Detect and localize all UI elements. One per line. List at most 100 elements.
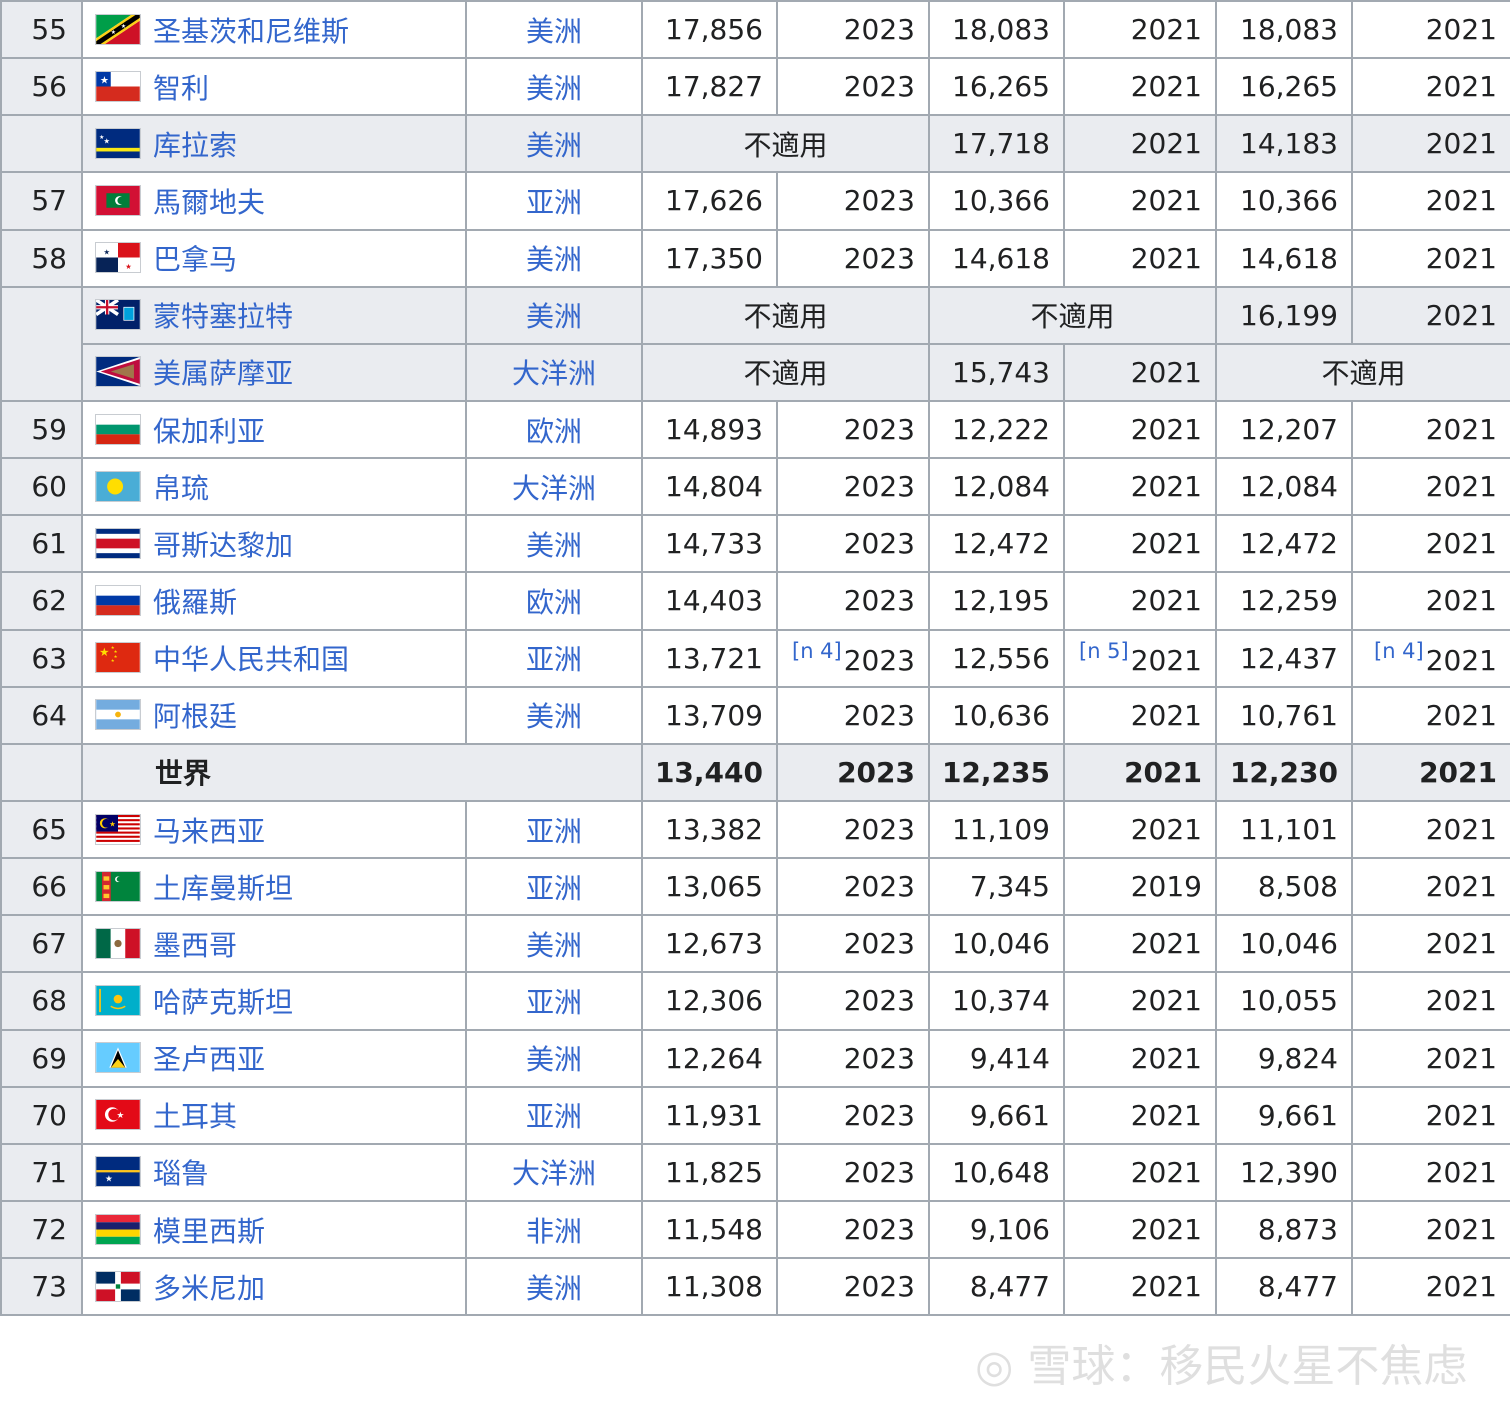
country-link[interactable]: 土库曼斯坦 (153, 872, 293, 905)
curacao-flag-icon: ★ ★ (95, 127, 141, 159)
footnote-link[interactable]: [n 4] (792, 639, 842, 663)
country-link[interactable]: 圣卢西亚 (153, 1043, 265, 1076)
continent-link[interactable]: 大洋洲 (512, 357, 596, 390)
rank-cell: 68 (0, 971, 83, 1031)
country-link[interactable]: 巴拿马 (153, 243, 237, 276)
value-cell: 12,264 (641, 1028, 778, 1088)
country-cell: 墨西哥 (81, 914, 467, 974)
year-cell: 2023 (776, 457, 930, 517)
value-cell: 14,733 (641, 514, 778, 574)
continent-cell: 美洲 (465, 1257, 643, 1317)
rank-cell: 64 (0, 685, 83, 745)
value-cell: 8,508 (1215, 857, 1353, 917)
svg-text:★: ★ (111, 658, 115, 664)
value-cell: 18,083 (928, 0, 1065, 60)
continent-cell: 美洲 (465, 228, 643, 288)
continent-link[interactable]: 亚洲 (526, 643, 582, 676)
country-link[interactable]: 中华人民共和国 (153, 643, 349, 676)
country-link[interactable]: 马来西亚 (153, 815, 265, 848)
year-cell: 2023 (776, 171, 930, 231)
continent-cell: 美洲 (465, 0, 643, 60)
year-cell: 2021 (1351, 571, 1510, 631)
year-cell: 2021 (1351, 285, 1510, 345)
value-cell: 12,472 (928, 514, 1065, 574)
year-cell: 2021 (1351, 1257, 1510, 1317)
value-cell: 10,761 (1215, 685, 1353, 745)
continent-cell: 亚洲 (465, 857, 643, 917)
year-cell: 2021 (1351, 1085, 1510, 1145)
country-cell: 馬爾地夫 (81, 171, 467, 231)
year-cell: 2023 (776, 228, 930, 288)
continent-cell: 美洲 (465, 685, 643, 745)
continent-link[interactable]: 亚洲 (526, 186, 582, 219)
continent-link[interactable]: 美洲 (526, 700, 582, 733)
country-link[interactable]: 瑙鲁 (153, 1157, 209, 1190)
country-link[interactable]: 蒙特塞拉特 (153, 300, 293, 333)
value-cell: 8,873 (1215, 1199, 1353, 1260)
year-cell: [n 4]2023 (776, 628, 930, 688)
continent-link[interactable]: 欧洲 (526, 415, 582, 448)
country-link[interactable]: 库拉索 (153, 129, 237, 162)
continent-cell: 美洲 (465, 514, 643, 574)
bulgaria-flag-icon (95, 413, 141, 445)
continent-link[interactable]: 美洲 (526, 72, 582, 105)
value-cell: 9,106 (928, 1199, 1065, 1260)
country-link[interactable]: 俄羅斯 (153, 586, 237, 619)
country-link[interactable]: 保加利亚 (153, 415, 265, 448)
year-cell: 2021 (1351, 0, 1510, 60)
year-cell: 2021 (1063, 571, 1217, 631)
continent-link[interactable]: 美洲 (526, 529, 582, 562)
svg-text:★: ★ (100, 75, 109, 86)
country-cell: ★ 土耳其 (81, 1085, 467, 1145)
continent-link[interactable]: 亚洲 (526, 986, 582, 1019)
continent-link[interactable]: 大洋洲 (512, 472, 596, 505)
continent-link[interactable]: 美洲 (526, 243, 582, 276)
rank-cell: 60 (0, 457, 83, 517)
country-link[interactable]: 馬爾地夫 (153, 186, 265, 219)
table-row: 69 圣卢西亚 美洲 12,264 2023 9,414 2021 9,824 … (0, 1028, 1510, 1088)
continent-link[interactable]: 美洲 (526, 15, 582, 48)
rank-cell: 71 (0, 1142, 83, 1202)
country-link[interactable]: 阿根廷 (153, 700, 237, 733)
footnote-link[interactable]: [n 4] (1374, 639, 1424, 663)
country-link[interactable]: 智利 (153, 72, 209, 105)
american-samoa-flag-icon (95, 356, 141, 388)
continent-link[interactable]: 亚洲 (526, 1100, 582, 1133)
continent-cell: 亚洲 (465, 171, 643, 231)
continent-link[interactable]: 欧洲 (526, 586, 582, 619)
rank-cell: 73 (0, 1257, 83, 1317)
country-cell: 帛琉 (81, 457, 467, 517)
continent-link[interactable]: 亚洲 (526, 815, 582, 848)
year-cell: 2021 (1351, 742, 1510, 802)
country-link[interactable]: 哈萨克斯坦 (153, 986, 293, 1019)
continent-link[interactable]: 亚洲 (526, 872, 582, 905)
country-link[interactable]: 美属萨摩亚 (153, 357, 293, 390)
continent-link[interactable]: 美洲 (526, 129, 582, 162)
year-cell: 2023 (776, 914, 930, 974)
year-cell: 2021 (1063, 399, 1217, 460)
continent-link[interactable]: 美洲 (526, 1043, 582, 1076)
country-link[interactable]: 圣基茨和尼维斯 (153, 15, 349, 48)
country-link[interactable]: 模里西斯 (153, 1215, 265, 1248)
year-cell: 2021 (1351, 114, 1510, 174)
continent-link[interactable]: 非洲 (526, 1215, 582, 1248)
country-link[interactable]: 土耳其 (153, 1100, 237, 1133)
country-link[interactable]: 墨西哥 (153, 929, 237, 962)
value-cell: 14,403 (641, 571, 778, 631)
value-cell: 13,709 (641, 685, 778, 745)
value-cell: 12,259 (1215, 571, 1353, 631)
country-cell: 土库曼斯坦 (81, 857, 467, 917)
continent-link[interactable]: 美洲 (526, 300, 582, 333)
year-cell: 2021 (1063, 1257, 1217, 1317)
year-cell: 2021 (1063, 228, 1217, 288)
table-row: 60 帛琉 大洋洲 14,804 2023 12,084 2021 12,084… (0, 457, 1510, 517)
palau-flag-icon (95, 470, 141, 502)
continent-link[interactable]: 美洲 (526, 929, 582, 962)
continent-link[interactable]: 大洋洲 (512, 1157, 596, 1190)
country-link[interactable]: 多米尼加 (153, 1272, 265, 1305)
not-applicable-cell: 不適用 (1215, 342, 1510, 402)
country-link[interactable]: 帛琉 (153, 472, 209, 505)
footnote-link[interactable]: [n 5] (1079, 639, 1129, 663)
continent-link[interactable]: 美洲 (526, 1272, 582, 1305)
country-link[interactable]: 哥斯达黎加 (153, 529, 293, 562)
